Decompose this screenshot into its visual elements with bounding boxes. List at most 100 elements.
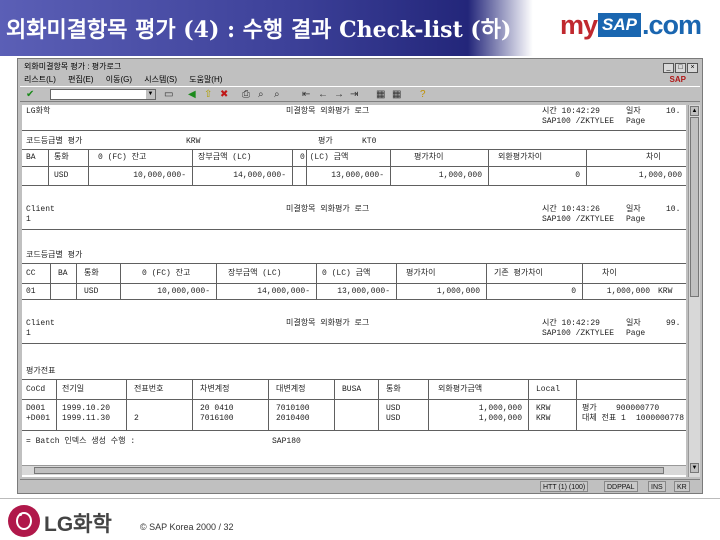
table-cell: 13,000,000-: [337, 287, 390, 296]
table-cell: 1999.11.30: [62, 414, 111, 423]
last-page-icon[interactable]: ⇥: [350, 89, 358, 100]
maximize-icon[interactable]: □: [675, 63, 686, 73]
report-time: 시간 10:42:29: [542, 107, 600, 116]
scroll-up-icon[interactable]: ▲: [690, 106, 699, 116]
table-cell: USD: [54, 171, 69, 180]
report-date-value: 10.: [666, 205, 681, 214]
report-date-label: 일자: [626, 107, 641, 116]
batch-value: SAP180: [272, 437, 301, 446]
table-header: 통화: [386, 385, 401, 394]
report-time: 시간 10:43:26: [542, 205, 600, 214]
status-system: HTT (1) (100): [540, 481, 589, 492]
table-cell: 1000000778: [636, 414, 685, 423]
cancel-icon[interactable]: ✖: [220, 89, 228, 100]
next-page-icon[interactable]: →: [334, 89, 344, 100]
divider: [22, 185, 686, 186]
status-bar: HTT (1) (100) DDPPAL INS KR: [20, 479, 700, 492]
table-cell: 1,000,000: [438, 171, 482, 180]
divider: [22, 283, 686, 284]
vertical-scrollbar[interactable]: ▲ ▼: [688, 105, 700, 477]
brand-sap: SAP: [598, 13, 641, 37]
exit-icon[interactable]: ⇧: [204, 89, 212, 100]
first-page-icon[interactable]: ⇤: [302, 89, 310, 100]
table-header: 장부금액 (LC): [198, 153, 252, 162]
save-icon[interactable]: ▭: [164, 89, 173, 100]
slide-header: 외화미결항목 평가 (4) : 수행 결과 Check-list (하) my S…: [0, 0, 720, 56]
find-next-icon[interactable]: ⌕: [274, 89, 280, 100]
layout-icon[interactable]: ▦: [376, 89, 385, 100]
menu-system[interactable]: 시스템(S): [144, 75, 177, 84]
menu-bar: 리스트(L) 편집(E) 이동(G) 시스템(S) 도움말(H) SAP: [20, 74, 700, 85]
table-cell: USD: [84, 287, 99, 296]
sap-window: 외화미결항목 평가 : 평가로그 _ □ × 리스트(L) 편집(E) 이동(G) …: [17, 58, 703, 494]
report-user: SAP100 /ZKTYLEE: [542, 329, 615, 338]
table-cell: 1,000,000: [436, 287, 480, 296]
chevron-down-icon[interactable]: ▼: [146, 90, 155, 99]
table-cell: KRW: [536, 414, 551, 423]
table-cell: KRW: [658, 287, 673, 296]
report-heading: 미결항목 외화평가 로그: [286, 319, 370, 328]
brand-my: my: [560, 10, 598, 40]
scroll-down-icon[interactable]: ▼: [690, 463, 699, 473]
client-value: 1: [26, 215, 31, 224]
check-icon[interactable]: ✔: [26, 89, 34, 100]
company-name: LG화학: [26, 107, 51, 116]
menu-list[interactable]: 리스트(L): [24, 75, 56, 84]
divider: [22, 343, 686, 344]
table-header: CC: [26, 269, 36, 278]
divider: [22, 379, 686, 380]
window-title: 외화미결항목 평가 : 평가로그: [24, 62, 122, 71]
table-header: 0 (LC) 금액: [300, 153, 349, 162]
lg-logo-icon: [8, 505, 40, 537]
table-cell: 1,000,000: [638, 171, 682, 180]
client-label: Client: [26, 319, 55, 328]
minimize-icon[interactable]: _: [663, 63, 674, 73]
report-date-value: 10.: [666, 107, 681, 116]
group-title: 코드등급별 평가: [26, 251, 83, 260]
report-list: LG화학 미결항목 외화평가 로그 시간 10:42:29 일자 10. SAP…: [22, 105, 686, 477]
back-icon[interactable]: ◀: [188, 89, 196, 100]
table-header: 0 (LC) 금액: [322, 269, 371, 278]
layout-icon-2[interactable]: ▦: [392, 89, 401, 100]
menu-goto[interactable]: 이동(G): [106, 75, 132, 84]
close-icon[interactable]: ×: [687, 63, 698, 73]
prev-page-icon[interactable]: ←: [318, 89, 328, 100]
print-icon[interactable]: ⎙: [242, 89, 250, 100]
table-cell: 1,000,000: [478, 404, 522, 413]
client-label: Client: [26, 205, 55, 214]
table-header: 0 (FC) 잔고: [142, 269, 191, 278]
report-heading: 미결항목 외화평가 로그: [286, 205, 370, 214]
report-user: SAP100 /ZKTYLEE: [542, 215, 615, 224]
horizontal-scrollbar[interactable]: [22, 465, 686, 475]
status-lang: KR: [674, 481, 690, 492]
table-cell: 2010400: [276, 414, 310, 423]
find-icon[interactable]: ⌕: [258, 89, 264, 100]
table-header: 기존 평가차이: [494, 269, 543, 278]
menu-help[interactable]: 도움말(H): [189, 75, 222, 84]
table-cell: 1,000,000: [606, 287, 650, 296]
table-header: BA: [26, 153, 36, 162]
table-cell: 0: [575, 171, 580, 180]
scroll-thumb[interactable]: [690, 117, 699, 297]
group-currency: KRW: [186, 137, 201, 146]
report-date-label: 일자: [626, 205, 641, 214]
table-header: 통화: [84, 269, 99, 278]
table-cell: D001: [26, 404, 46, 413]
sap-menu-icon[interactable]: SAP: [670, 74, 686, 85]
divider: [22, 263, 686, 264]
table-cell: 1,000,000: [478, 414, 522, 423]
report-page: Page: [626, 215, 646, 224]
table-cell: 10,000,000-: [157, 287, 210, 296]
table-cell: 14,000,000-: [257, 287, 310, 296]
table-header: BA: [58, 269, 68, 278]
menu-edit[interactable]: 편집(E): [68, 75, 93, 84]
table-header: 평가차이: [414, 153, 444, 162]
command-field[interactable]: ▼: [50, 89, 156, 100]
divider: [22, 229, 686, 230]
table-cell: 900000770: [616, 404, 660, 413]
divider: [22, 399, 686, 400]
table-header: 통화: [54, 153, 69, 162]
scroll-thumb-horizontal[interactable]: [34, 467, 664, 474]
table-header: BUSA: [342, 385, 362, 394]
help-icon[interactable]: ?: [420, 89, 426, 100]
